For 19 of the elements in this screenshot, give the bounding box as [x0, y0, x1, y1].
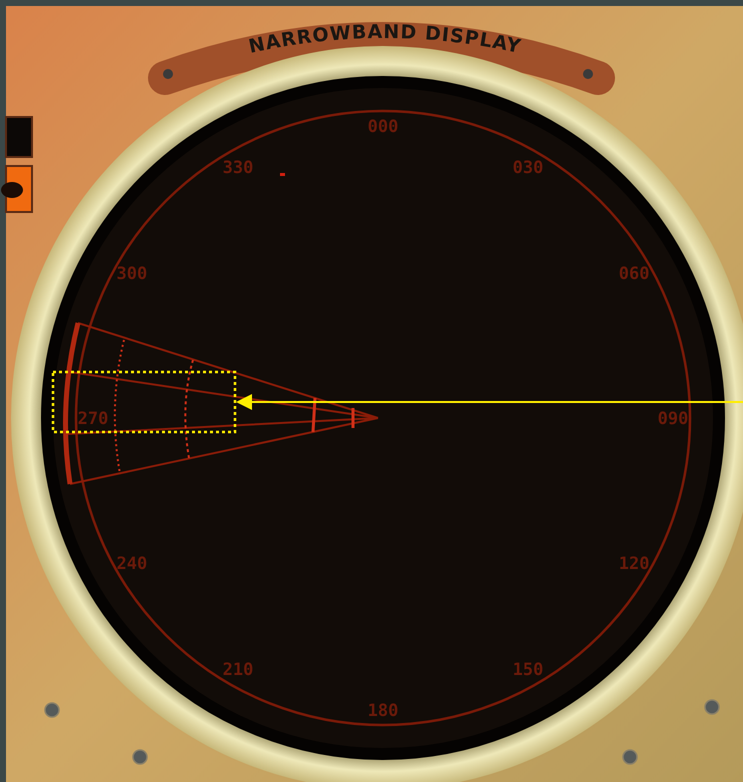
bearing-label: 030	[512, 158, 544, 178]
contact-mark	[280, 173, 285, 176]
screw-icon	[132, 749, 148, 765]
panel-title: NARROWBAND DISPLAY	[246, 20, 524, 58]
screw-icon	[44, 702, 60, 718]
screw-icon	[704, 699, 720, 715]
bearing-label: 150	[512, 660, 544, 680]
bearing-label: 330	[222, 158, 254, 178]
bearing-label: 270	[78, 409, 108, 429]
bearing-label: 240	[116, 554, 148, 574]
bearing-label: 300	[116, 264, 148, 284]
bearing-label: 210	[222, 660, 254, 680]
bearing-label: 180	[368, 701, 398, 721]
screw-icon	[622, 749, 638, 765]
bearing-label: 000	[368, 117, 398, 137]
bearing-label: 060	[618, 264, 650, 284]
bearing-label: 120	[618, 554, 650, 574]
bearing-label: 090	[658, 409, 688, 429]
side-button[interactable]	[1, 165, 33, 213]
